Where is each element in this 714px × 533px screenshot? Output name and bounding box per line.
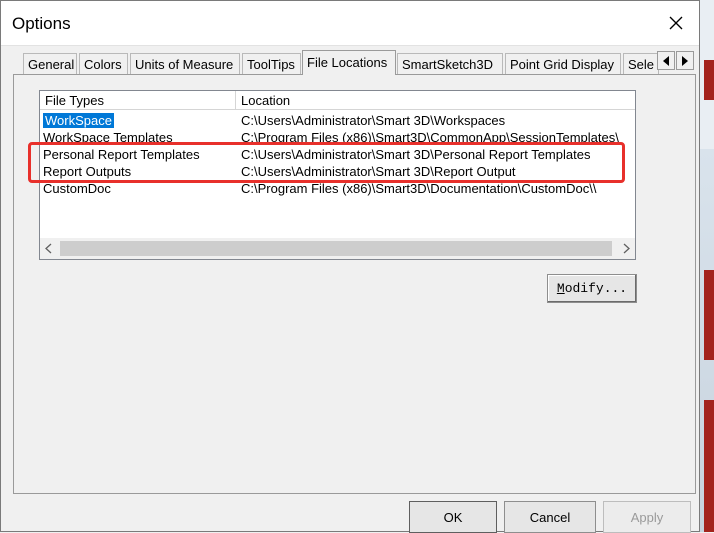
- location-cell: C:\Users\Administrator\Smart 3D\Report O…: [241, 164, 516, 179]
- column-header-location[interactable]: Location: [236, 91, 637, 109]
- modify-button[interactable]: Modify...: [547, 274, 637, 303]
- chevron-left-icon: [45, 243, 52, 254]
- file-type-cell: CustomDoc: [43, 181, 111, 196]
- list-header: File Types Location: [40, 91, 635, 110]
- location-cell: C:\Program Files (x86)\Smart3D\CommonApp…: [241, 130, 619, 145]
- window-title: Options: [12, 14, 71, 33]
- background-model-strip: [704, 400, 714, 532]
- file-type-cell: WorkSpace: [43, 112, 115, 129]
- modify-mnemonic: M: [556, 281, 565, 296]
- tab-units-of-measure[interactable]: Units of Measure: [130, 53, 240, 74]
- column-header-file-types[interactable]: File Types: [40, 91, 236, 109]
- file-type-cell: Report Outputs: [43, 164, 132, 179]
- list-item-workspace-templates[interactable]: WorkSpace Templates C:\Program Files (x8…: [40, 129, 635, 146]
- cancel-button[interactable]: Cancel: [504, 501, 596, 533]
- list-body: WorkSpace C:\Users\Administrator\Smart 3…: [40, 110, 635, 238]
- tab-strip: General Colors Units of Measure ToolTips…: [1, 45, 699, 75]
- file-locations-list[interactable]: File Types Location WorkSpace C:\Users\A…: [39, 90, 636, 260]
- tab-file-locations[interactable]: File Locations: [302, 50, 396, 75]
- options-dialog: Options General Colors Units of Measure …: [0, 0, 700, 533]
- tab-smartsketch3d[interactable]: SmartSketch3D: [397, 53, 503, 74]
- background-model-strip: [704, 270, 714, 360]
- scroll-thumb[interactable]: [60, 241, 612, 256]
- tab-scroll-left-button[interactable]: [657, 51, 675, 70]
- tab-point-grid-display[interactable]: Point Grid Display: [505, 53, 621, 74]
- scroll-left-button[interactable]: [40, 238, 57, 259]
- tab-selection-partial[interactable]: Sele: [623, 53, 659, 74]
- chevron-right-icon: [623, 243, 630, 254]
- file-type-cell: WorkSpace Templates: [43, 130, 173, 145]
- location-cell: C:\Users\Administrator\Smart 3D\Workspac…: [241, 113, 506, 128]
- list-item-personal-report-templates[interactable]: Personal Report Templates C:\Users\Admin…: [40, 146, 635, 163]
- triangle-left-icon: [663, 55, 669, 66]
- apply-button[interactable]: Apply: [603, 501, 691, 533]
- tab-general[interactable]: General: [23, 53, 77, 74]
- triangle-right-icon: [682, 55, 688, 66]
- scroll-right-button[interactable]: [618, 238, 635, 259]
- ok-button[interactable]: OK: [409, 501, 497, 533]
- list-item-report-outputs[interactable]: Report Outputs C:\Users\Administrator\Sm…: [40, 163, 635, 180]
- modify-label: odify...: [564, 281, 628, 296]
- background-model-strip: [704, 60, 714, 100]
- list-item-customdoc[interactable]: CustomDoc C:\Program Files (x86)\Smart3D…: [40, 180, 635, 197]
- list-item-workspace[interactable]: WorkSpace C:\Users\Administrator\Smart 3…: [40, 112, 635, 129]
- file-type-cell: Personal Report Templates: [43, 147, 200, 162]
- close-icon: [669, 16, 683, 30]
- horizontal-scrollbar[interactable]: [40, 238, 635, 259]
- tab-tooltips[interactable]: ToolTips: [242, 53, 301, 74]
- title-bar: Options: [1, 1, 699, 46]
- location-cell: C:\Program Files (x86)\Smart3D\Documenta…: [241, 181, 597, 196]
- close-button[interactable]: [653, 1, 699, 45]
- tab-colors[interactable]: Colors: [79, 53, 128, 74]
- tab-scroll-right-button[interactable]: [676, 51, 694, 70]
- location-cell: C:\Users\Administrator\Smart 3D\Personal…: [241, 147, 591, 162]
